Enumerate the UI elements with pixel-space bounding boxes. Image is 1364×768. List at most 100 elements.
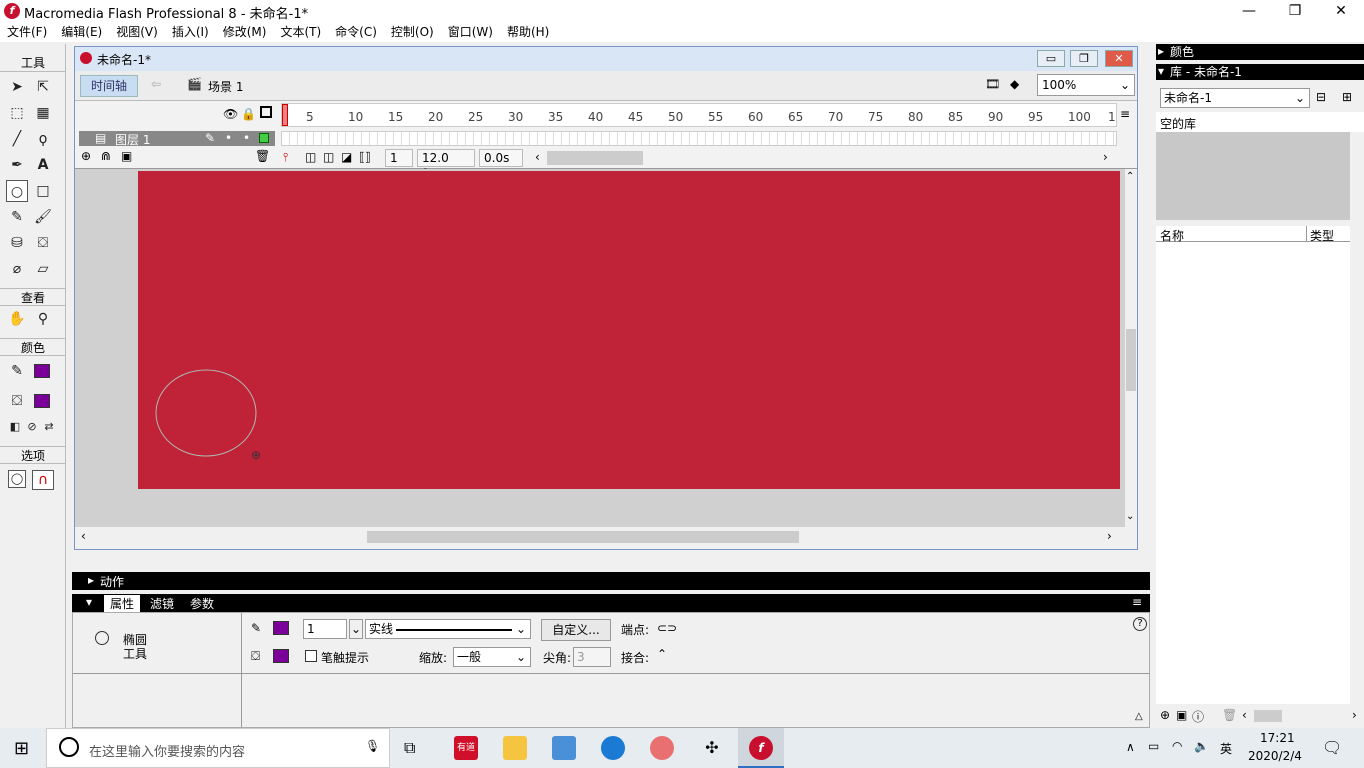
lib-scroll-left-icon[interactable]: ‹ <box>1242 708 1247 722</box>
menu-help[interactable]: 帮助(H) <box>500 22 556 42</box>
oval-tool-icon[interactable]: ○ <box>6 180 28 202</box>
library-panel-header[interactable]: 库 - 未命名-1 <box>1156 64 1364 80</box>
brush-tool-icon[interactable]: 🖌 <box>32 206 54 228</box>
center-frame-icon[interactable]: ⫯ <box>283 150 288 165</box>
delete-layer-icon[interactable]: 🗑 <box>255 149 270 163</box>
rectangle-tool-icon[interactable]: □ <box>32 180 54 202</box>
stage[interactable]: ⊕ <box>138 171 1120 489</box>
menu-insert[interactable]: 插入(I) <box>165 22 216 42</box>
menu-edit[interactable]: 编辑(E) <box>54 22 109 42</box>
stage-vscrollbar[interactable]: ⌃ ⌄ <box>1125 169 1137 527</box>
scroll-right-icon[interactable]: › <box>1103 150 1108 164</box>
layer-frames[interactable] <box>281 131 1117 146</box>
fill-color-swatch[interactable] <box>273 649 289 663</box>
lib-hscroll-thumb[interactable] <box>1254 710 1282 722</box>
eraser-tool-icon[interactable]: ▱ <box>32 258 54 280</box>
join-style-icon[interactable]: ⌃ <box>657 647 667 661</box>
playhead[interactable] <box>282 104 288 126</box>
zoom-select[interactable]: 100% ⌄ <box>1037 74 1135 96</box>
menu-text[interactable]: 文本(T) <box>273 22 328 42</box>
library-select[interactable]: 未命名-1 ⌄ <box>1160 88 1310 108</box>
onion-skin-icon[interactable]: ◫ <box>305 150 316 164</box>
scroll-up-icon[interactable]: ⌃ <box>1126 171 1134 182</box>
menu-control[interactable]: 控制(O) <box>384 22 441 42</box>
eye-icon[interactable]: 👁 <box>223 107 238 121</box>
stroke-hint-checkbox[interactable] <box>305 650 317 662</box>
edit-scene-icon[interactable]: 🎞 <box>985 77 1000 91</box>
add-guide-layer-icon[interactable]: ⋒ <box>101 149 111 163</box>
swap-colors-icon[interactable]: ⇄ <box>38 416 60 438</box>
close-button[interactable]: ✕ <box>1318 0 1364 22</box>
properties-icon[interactable]: ⓘ <box>1192 708 1204 725</box>
eyedropper-tool-icon[interactable]: ⌀ <box>6 258 28 280</box>
edit-symbol-icon[interactable]: ◆ <box>1010 77 1019 91</box>
library-list[interactable] <box>1156 242 1350 704</box>
new-library-icon[interactable]: ⊞ <box>1342 90 1352 104</box>
back-arrow-icon[interactable]: ⇦ <box>151 77 161 91</box>
panel-menu-icon[interactable]: ≡ <box>1132 595 1142 609</box>
subselection-tool-icon[interactable]: ⇱ <box>32 76 54 98</box>
vscroll-thumb[interactable] <box>1126 329 1136 391</box>
minimize-button[interactable]: — <box>1226 0 1272 22</box>
hscroll-thumb[interactable] <box>367 531 799 543</box>
pen-tool-icon[interactable]: ✒ <box>6 154 28 176</box>
layer-row[interactable]: ▤ 图层 1 ✎ • • <box>79 131 275 147</box>
browser-app-icon[interactable] <box>650 736 674 760</box>
edit-multiple-icon[interactable]: ◪ <box>341 150 352 164</box>
actions-panel-header[interactable]: ▸ 动作 <box>72 572 1150 590</box>
outline-icon[interactable] <box>260 106 272 118</box>
lib-scroll-right-icon[interactable]: › <box>1352 708 1357 722</box>
microphone-icon[interactable]: 🎙 <box>365 739 380 753</box>
windows-start-icon[interactable]: ⊞ <box>14 738 29 759</box>
stage-hscrollbar[interactable]: ‹ › <box>75 527 1137 547</box>
lock-dot[interactable]: • <box>243 131 250 145</box>
menu-file[interactable]: 文件(F) <box>0 22 54 42</box>
restore-button[interactable]: ❐ <box>1272 0 1318 22</box>
oval-outline-shape[interactable] <box>155 369 257 457</box>
hscroll-left-icon[interactable]: ‹ <box>81 529 86 543</box>
notification-icon[interactable]: 🗨 <box>1322 738 1342 757</box>
new-symbol-icon[interactable]: ⊕ <box>1160 708 1170 722</box>
timeline-toggle-button[interactable]: 时间轴 <box>80 75 138 97</box>
stroke-style-select[interactable]: 实线 ⌄ <box>365 619 531 639</box>
tab-parameters[interactable]: 参数 <box>190 595 214 612</box>
stroke-color-swatch[interactable] <box>273 621 289 635</box>
file-explorer-icon[interactable] <box>503 736 527 760</box>
doc-close-button[interactable]: ✕ <box>1105 50 1133 67</box>
layer-outline-color[interactable] <box>259 133 269 143</box>
ime-indicator[interactable]: 英 <box>1220 740 1232 757</box>
flash-taskbar-button[interactable]: f <box>738 728 784 768</box>
pin-library-icon[interactable]: ⊟ <box>1316 90 1326 104</box>
library-vscrollbar[interactable] <box>1352 226 1364 704</box>
zoom-tool-icon[interactable]: ⚲ <box>32 308 54 330</box>
tab-properties[interactable]: 属性 <box>104 595 141 612</box>
task-view-icon[interactable]: ⧉ <box>404 738 415 758</box>
cap-style-icon[interactable]: ⊂⊃ <box>657 621 677 635</box>
lock-icon[interactable]: 🔒 <box>241 107 256 121</box>
stroke-height-dropdown[interactable]: ⌄ <box>349 619 363 639</box>
custom-stroke-button[interactable]: 自定义... <box>541 619 611 641</box>
hscroll-right-icon[interactable]: › <box>1107 529 1112 543</box>
selection-tool-icon[interactable]: ➤ <box>6 76 28 98</box>
modify-markers-icon[interactable]: ⟦⟧ <box>359 150 371 164</box>
help-icon[interactable]: ? <box>1133 617 1147 631</box>
scroll-down-icon[interactable]: ⌄ <box>1126 511 1134 522</box>
notes-app-icon[interactable] <box>552 736 576 760</box>
clock-time[interactable]: 17:21 <box>1260 731 1295 745</box>
free-transform-tool-icon[interactable]: ⬚ <box>6 102 28 124</box>
visibility-dot[interactable]: • <box>225 131 232 145</box>
timeline-ruler[interactable]: 5 10 15 20 25 30 35 40 45 50 55 60 65 70… <box>281 103 1117 127</box>
snap-magnet-icon[interactable]: ∩ <box>32 470 54 490</box>
miter-input[interactable]: 3 <box>573 647 611 667</box>
wifi-icon[interactable]: ◠ <box>1172 739 1182 753</box>
frame-rate[interactable]: 12.0 fps <box>417 149 475 181</box>
ink-bottle-tool-icon[interactable]: ⛁ <box>6 232 28 254</box>
add-layer-icon[interactable]: ⊕ <box>81 149 91 163</box>
youdao-app-icon[interactable]: 有道 <box>454 736 478 760</box>
fan-app-icon[interactable]: ✣ <box>700 736 724 760</box>
resize-triangle-icon[interactable]: △ <box>1135 711 1143 722</box>
menu-modify[interactable]: 修改(M) <box>216 22 274 42</box>
battery-icon[interactable]: ▭ <box>1148 739 1159 753</box>
timeline-menu-icon[interactable]: ≡ <box>1120 107 1130 121</box>
timeline-hscroll-thumb[interactable] <box>547 151 643 165</box>
